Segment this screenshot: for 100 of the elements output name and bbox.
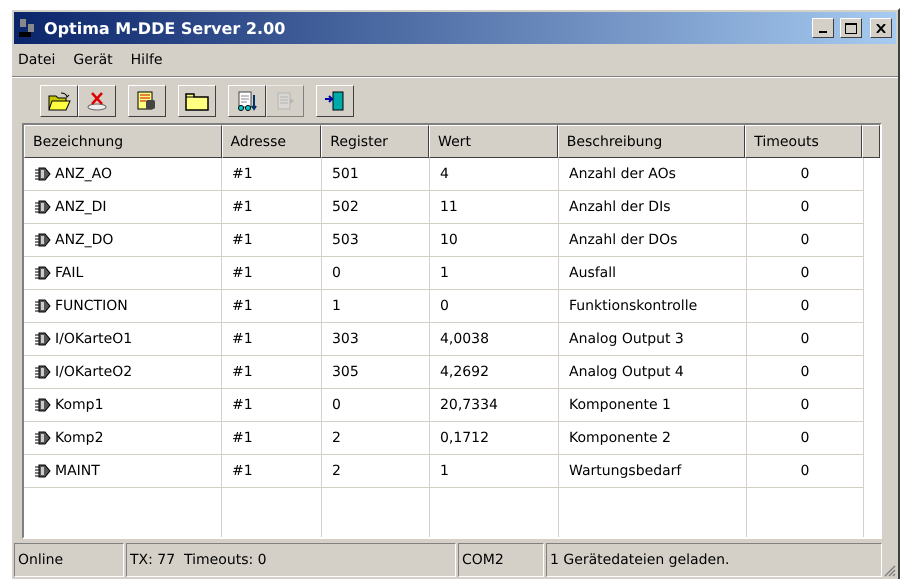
table-cell: 20,7334 bbox=[430, 389, 559, 422]
chip-icon bbox=[34, 331, 52, 347]
table-cell: 4 bbox=[430, 158, 559, 191]
table-cell: 11 bbox=[430, 191, 559, 224]
chip-icon bbox=[34, 364, 52, 380]
table-cell: #1 bbox=[222, 323, 322, 356]
table-cell: 2 bbox=[322, 455, 430, 488]
table-cell: 0 bbox=[747, 389, 864, 422]
chip-icon bbox=[34, 265, 52, 281]
table-cell: 4,0038 bbox=[430, 323, 559, 356]
table-cell: Anzahl der DIs bbox=[559, 191, 747, 224]
table-cell: #1 bbox=[222, 356, 322, 389]
table-cell: 0 bbox=[747, 323, 864, 356]
table-cell: #1 bbox=[222, 290, 322, 323]
table-cell: 0 bbox=[747, 290, 864, 323]
table-cell: Ausfall bbox=[559, 257, 747, 290]
table-cell: #1 bbox=[222, 224, 322, 257]
maximize-button[interactable] bbox=[840, 18, 862, 38]
table-cell: Anzahl der DOs bbox=[559, 224, 747, 257]
window-title: Optima M-DDE Server 2.00 bbox=[44, 18, 286, 38]
menu-item[interactable]: Hilfe bbox=[130, 52, 163, 68]
table-cell: 0 bbox=[430, 290, 559, 323]
table-cell: Funktionskontrolle bbox=[559, 290, 747, 323]
minimize-button[interactable] bbox=[812, 18, 834, 38]
column-header[interactable] bbox=[862, 125, 880, 158]
resize-grip-icon[interactable] bbox=[884, 565, 896, 577]
table-cell: Komp2 bbox=[24, 422, 222, 455]
table-cell: Analog Output 3 bbox=[559, 323, 747, 356]
close-icon bbox=[876, 24, 886, 32]
toolbar-button[interactable] bbox=[316, 85, 354, 117]
table-cell: ANZ_AO bbox=[24, 158, 222, 191]
table-cell: 0 bbox=[322, 257, 430, 290]
chip-icon bbox=[34, 166, 52, 182]
status-panel: TX: 77 Timeouts: 0 bbox=[126, 543, 456, 577]
menu-item[interactable]: Datei bbox=[18, 52, 56, 68]
table-cell: #1 bbox=[222, 257, 322, 290]
status-panel: Online bbox=[14, 543, 124, 577]
table-cell: 4,2692 bbox=[430, 356, 559, 389]
toolbar-button[interactable] bbox=[78, 85, 116, 117]
table-cell: Komp1 bbox=[24, 389, 222, 422]
chip-icon bbox=[34, 397, 52, 413]
status-panel: 1 Gerätedateien geladen. bbox=[546, 543, 882, 577]
table-cell: 0 bbox=[747, 191, 864, 224]
table-cell: 0 bbox=[747, 356, 864, 389]
toolbar-button[interactable] bbox=[178, 85, 216, 117]
column-header[interactable]: Register bbox=[321, 125, 430, 158]
table-cell: 0 bbox=[747, 455, 864, 488]
table-cell: 0 bbox=[747, 224, 864, 257]
toolbar-button[interactable] bbox=[128, 85, 166, 117]
chip-icon bbox=[34, 199, 52, 215]
maximize-icon bbox=[845, 22, 857, 34]
chip-icon bbox=[34, 232, 52, 248]
status-panel: COM2 bbox=[458, 543, 544, 577]
column-header[interactable]: Beschreibung bbox=[558, 125, 746, 158]
table-cell: 501 bbox=[322, 158, 430, 191]
table-cell: 1 bbox=[322, 290, 430, 323]
chip-icon bbox=[34, 463, 52, 479]
table-cell: Anzahl der AOs bbox=[559, 158, 747, 191]
close-button[interactable] bbox=[870, 18, 892, 38]
table-cell: MAINT bbox=[24, 455, 222, 488]
folder-open-icon bbox=[47, 90, 71, 112]
delete-icon bbox=[85, 90, 109, 112]
table-cell: #1 bbox=[222, 455, 322, 488]
table-cell: 503 bbox=[322, 224, 430, 257]
menu-item[interactable]: Gerät bbox=[73, 52, 113, 68]
table-cell: 303 bbox=[322, 323, 430, 356]
table-cell: 1 bbox=[430, 257, 559, 290]
column-header[interactable]: Adresse bbox=[222, 125, 322, 158]
table-cell: #1 bbox=[222, 389, 322, 422]
column-header[interactable]: Wert bbox=[429, 125, 558, 158]
column-header[interactable]: Timeouts bbox=[745, 125, 862, 158]
table-cell: Wartungsbedarf bbox=[559, 455, 747, 488]
table-cell: ANZ_DI bbox=[24, 191, 222, 224]
table-cell: Komponente 2 bbox=[559, 422, 747, 455]
table-cell: #1 bbox=[222, 191, 322, 224]
report-icon bbox=[235, 90, 259, 112]
minimize-icon bbox=[819, 31, 827, 33]
chip-icon bbox=[34, 430, 52, 446]
table-cell: 10 bbox=[430, 224, 559, 257]
column-header[interactable]: Bezeichnung bbox=[24, 125, 222, 158]
table-cell: 0 bbox=[747, 422, 864, 455]
chip-icon bbox=[34, 298, 52, 314]
table-cell: I/OKarteO2 bbox=[24, 356, 222, 389]
table-cell: #1 bbox=[222, 422, 322, 455]
table-cell: ANZ_DO bbox=[24, 224, 222, 257]
toolbar-button[interactable] bbox=[40, 85, 78, 117]
table-cell: 0 bbox=[747, 257, 864, 290]
toolbar-button[interactable] bbox=[228, 85, 266, 117]
table-cell: Analog Output 4 bbox=[559, 356, 747, 389]
table-cell: 0,1712 bbox=[430, 422, 559, 455]
table-cell: FAIL bbox=[24, 257, 222, 290]
table-cell: 1 bbox=[430, 455, 559, 488]
table-cell: 305 bbox=[322, 356, 430, 389]
table-cell: 0 bbox=[747, 158, 864, 191]
table-cell: Komponente 1 bbox=[559, 389, 747, 422]
table-cell: 502 bbox=[322, 191, 430, 224]
table-cell: I/OKarteO1 bbox=[24, 323, 222, 356]
table-cell: FUNCTION bbox=[24, 290, 222, 323]
table-cell: 2 bbox=[322, 422, 430, 455]
table-cell: #1 bbox=[222, 158, 322, 191]
